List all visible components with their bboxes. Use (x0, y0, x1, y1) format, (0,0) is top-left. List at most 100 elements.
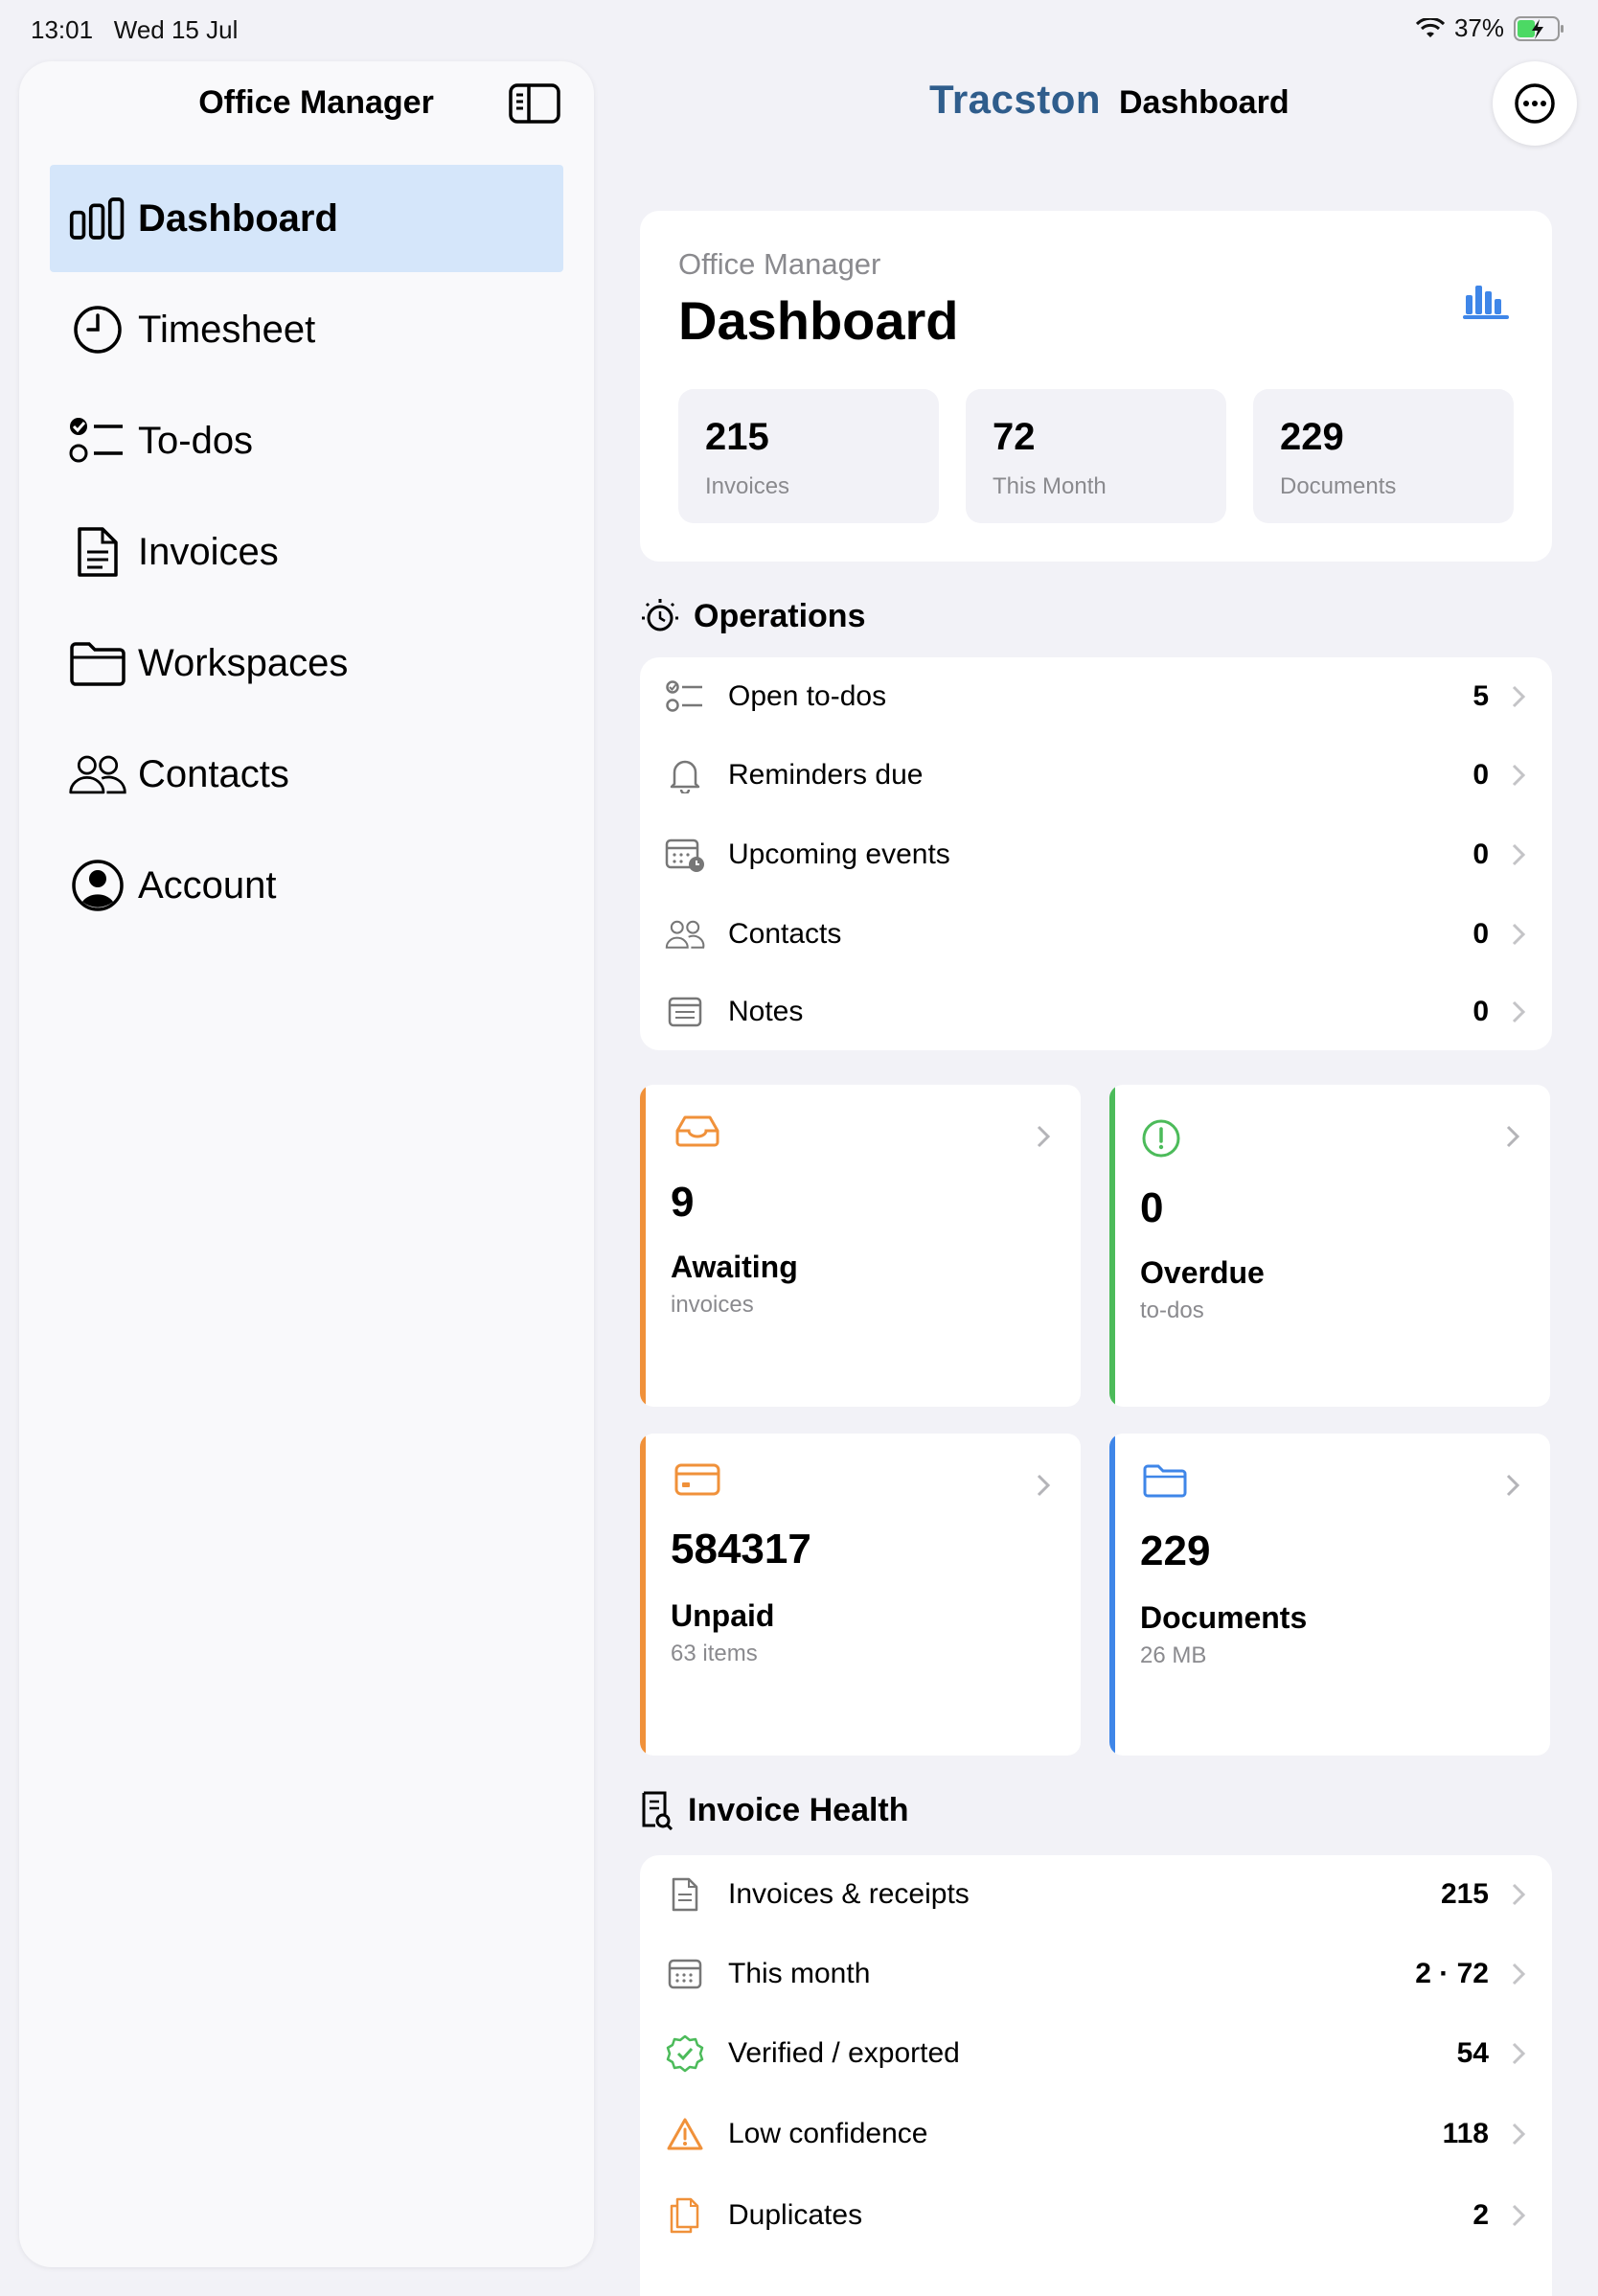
sidebar-item-label: Invoices (138, 530, 279, 573)
duplicate-docs-icon (665, 2195, 705, 2236)
exclamation-circle-icon (1142, 1119, 1180, 1158)
battery-charging-icon (1514, 15, 1564, 41)
bell-icon (665, 755, 705, 795)
folder-icon (69, 634, 126, 692)
row-verified-exported[interactable]: Verified / exported 54 (640, 2014, 1552, 2093)
tile-documents[interactable]: 229 Documents 26 MB (1109, 1434, 1550, 1756)
tile-awaiting-invoices[interactable]: 9 Awaiting invoices (640, 1085, 1081, 1407)
top-header: Tracston Dashboard (594, 61, 1598, 148)
row-value: 215 (1440, 1878, 1489, 1910)
calendar-clock-icon (665, 835, 705, 875)
operations-heading: Operations (640, 596, 865, 636)
tile-overdue-todos[interactable]: 0 Overdue to-dos (1109, 1085, 1550, 1407)
stat-label: Documents (1280, 473, 1397, 499)
sidebar-toggle-icon[interactable] (508, 82, 561, 125)
chevron-right-icon (1512, 923, 1526, 946)
row-value: 2 (1472, 2199, 1489, 2231)
credit-card-icon (674, 1463, 720, 1496)
dashboard-summary-card: Office Manager Dashboard 215 Invoices 72… (640, 211, 1552, 562)
tile-unpaid[interactable]: 584317 Unpaid 63 items (640, 1434, 1081, 1756)
verified-badge-icon (665, 2033, 705, 2074)
tile-subtitle: to-dos (1140, 1297, 1204, 1323)
sidebar-item-label: Contacts (138, 752, 289, 795)
stat-value: 229 (1280, 416, 1344, 458)
document-icon (69, 523, 126, 581)
row-label: This month (728, 1958, 871, 1989)
tile-label: Documents (1140, 1600, 1308, 1635)
stat-this-month[interactable]: 72 This Month (966, 389, 1226, 523)
stat-documents[interactable]: 229 Documents (1253, 389, 1514, 523)
document-search-icon (642, 1791, 673, 1830)
tile-subtitle: 26 MB (1140, 1642, 1207, 1668)
sidebar-item-contacts[interactable]: Contacts (50, 721, 563, 828)
sidebar-item-invoices[interactable]: Invoices (50, 498, 563, 606)
row-duplicates[interactable]: Duplicates 2 (640, 2176, 1552, 2255)
more-button[interactable] (1493, 61, 1577, 146)
chevron-right-icon (1512, 1000, 1526, 1023)
brand-logo: Tracston (929, 77, 1102, 122)
sidebar-item-account[interactable]: Account (50, 832, 563, 939)
checklist-icon (665, 677, 705, 717)
sidebar-item-workspaces[interactable]: Workspaces (50, 609, 563, 717)
row-label: Contacts (728, 918, 842, 950)
ellipsis-circle-icon (1515, 83, 1555, 124)
row-this-month[interactable]: This month 2 · 72 (640, 1935, 1552, 2013)
sidebar-item-label: Workspaces (138, 641, 349, 684)
row-value: 0 (1472, 759, 1489, 791)
chevron-right-icon (1037, 1125, 1051, 1148)
stat-value: 215 (705, 416, 769, 458)
row-contacts[interactable]: Contacts 0 (640, 895, 1552, 974)
checklist-icon (69, 412, 126, 470)
sidebar-item-label: Account (138, 863, 277, 907)
sidebar-item-label: Dashboard (138, 196, 338, 240)
tile-value: 584317 (671, 1526, 811, 1573)
chevron-right-icon (1512, 685, 1526, 708)
chevron-right-icon (1512, 2204, 1526, 2227)
sidebar-item-todos[interactable]: To-dos (50, 387, 563, 494)
sidebar-item-timesheet[interactable]: Timesheet (50, 276, 563, 383)
sidebar-item-label: Timesheet (138, 308, 316, 351)
stat-label: Invoices (705, 473, 790, 499)
row-value: 2 · 72 (1415, 1958, 1489, 1989)
section-title: Invoice Health (688, 1791, 909, 1828)
note-icon (665, 992, 705, 1032)
stat-invoices[interactable]: 215 Invoices (678, 389, 939, 523)
row-low-confidence[interactable]: Low confidence 118 (640, 2095, 1552, 2173)
chevron-right-icon (1512, 1963, 1526, 1986)
stat-label: This Month (993, 473, 1107, 499)
sidebar-item-dashboard[interactable]: Dashboard (50, 165, 563, 272)
tile-accent-bar (640, 1434, 646, 1756)
status-bar: 13:01 Wed 15 Jul 37% (0, 0, 1598, 57)
chevron-right-icon (1512, 2042, 1526, 2065)
wifi-icon (1415, 17, 1445, 37)
tile-label: Awaiting (671, 1250, 798, 1284)
row-value: 118 (1442, 2118, 1489, 2149)
row-open-todos[interactable]: Open to-dos 5 (640, 657, 1552, 736)
sidebar-item-label: To-dos (138, 419, 254, 462)
invoice-health-list: Invoices & receipts 215 This month 2 · 7… (640, 1855, 1552, 2296)
clock-icon (69, 301, 126, 358)
tile-label: Unpaid (671, 1598, 775, 1633)
row-label: Invoices & receipts (728, 1878, 970, 1910)
row-upcoming-events[interactable]: Upcoming events 0 (640, 815, 1552, 894)
invoice-health-heading: Invoice Health (640, 1790, 909, 1830)
row-label: Duplicates (728, 2199, 863, 2231)
folder-icon (1143, 1464, 1187, 1498)
tile-accent-bar (1109, 1085, 1115, 1407)
chevron-right-icon (1037, 1474, 1051, 1497)
row-invoices-receipts[interactable]: Invoices & receipts 215 (640, 1855, 1552, 1934)
tile-value: 229 (1140, 1527, 1211, 1574)
tile-subtitle: 63 items (671, 1641, 758, 1666)
sidebar-nav: Dashboard Timesheet To-dos Invoices Work… (50, 165, 563, 943)
tile-accent-bar (1109, 1434, 1115, 1756)
tile-value: 0 (1140, 1184, 1164, 1231)
row-label: Upcoming events (728, 838, 950, 870)
row-reminders[interactable]: Reminders due 0 (640, 736, 1552, 815)
tile-label: Overdue (1140, 1255, 1265, 1290)
inbox-icon (675, 1115, 719, 1147)
chart-icon[interactable] (1462, 282, 1510, 320)
row-value: 0 (1472, 918, 1489, 950)
dashboard-title: Dashboard (678, 290, 959, 351)
row-notes[interactable]: Notes 0 (640, 973, 1552, 1051)
bar-chart-icon (69, 190, 126, 247)
